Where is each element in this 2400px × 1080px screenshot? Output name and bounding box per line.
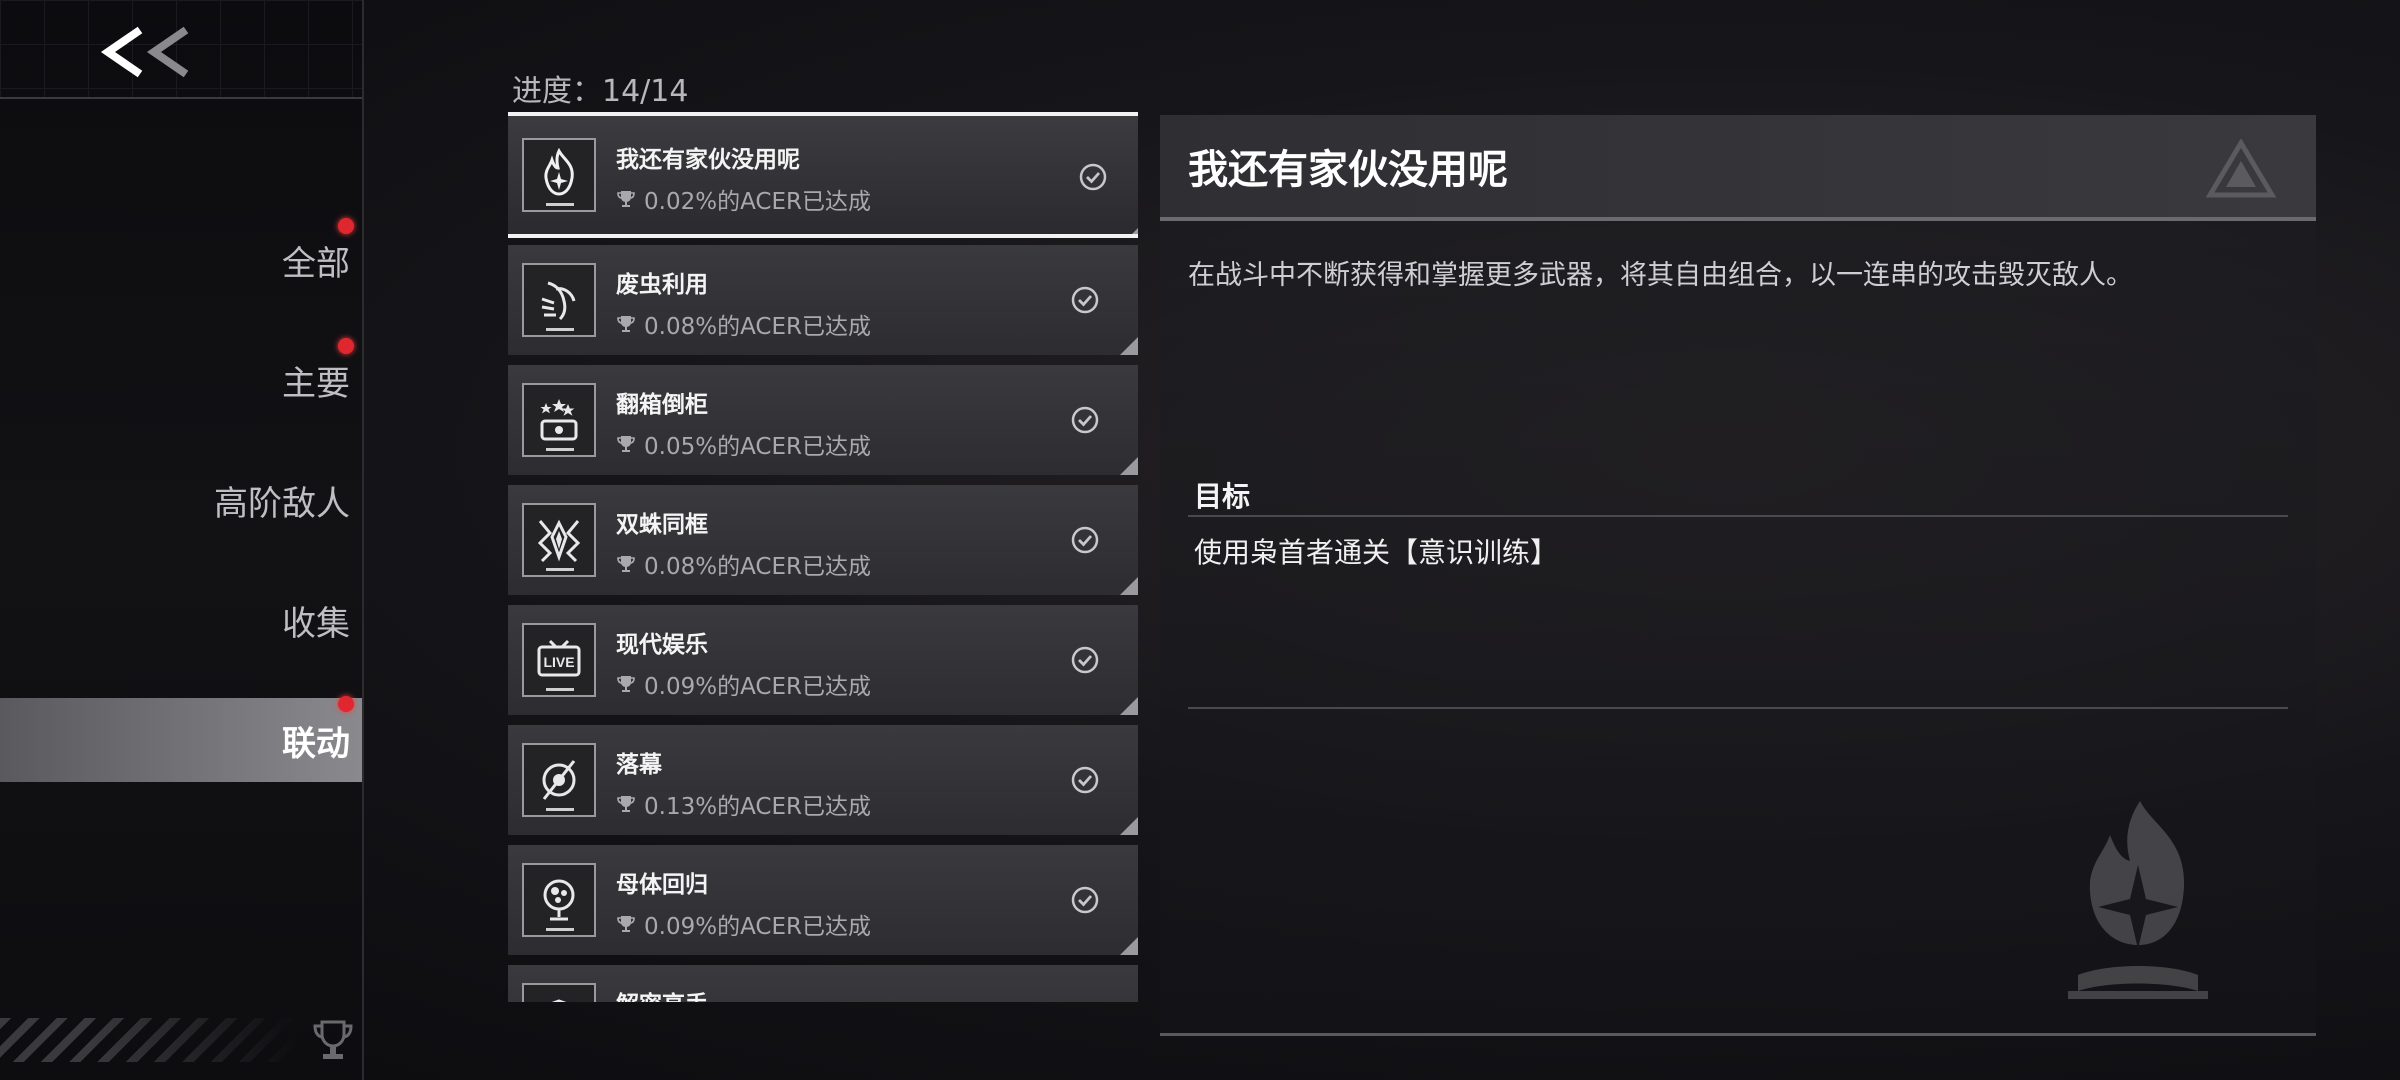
progress-counter: 进度：14/14 [512, 74, 689, 109]
nav-label: 高阶敌人 [214, 483, 350, 524]
corner-decoration [1120, 577, 1138, 595]
bug-claw-icon [522, 263, 596, 337]
icon-plinth [546, 928, 574, 931]
back-button[interactable] [100, 22, 196, 82]
check-circle-icon [1071, 286, 1099, 314]
detail-header: 我还有家伙没用呢 [1160, 115, 2316, 221]
achievement-rate: 0.09%的ACER已达成 [644, 914, 871, 940]
divider [1188, 707, 2288, 709]
trophy-icon [617, 436, 635, 452]
achievement-title: 翻箱倒柜 [616, 392, 708, 418]
achievement-stat: 0.08%的ACER已达成 [616, 547, 871, 581]
achievement-card[interactable]: 翻箱倒柜 0.05%的ACER已达成 [508, 365, 1138, 475]
achievement-rate: 0.08%的ACER已达成 [644, 314, 871, 340]
achievement-card[interactable]: 母体回归 0.09%的ACER已达成 [508, 845, 1138, 955]
detail-description: 在战斗中不断获得和掌握更多武器，将其自由组合，以一连串的攻击毁灭敌人。 [1188, 260, 2133, 291]
notification-dot [338, 338, 354, 354]
nav-item-elite-enemies[interactable]: 高阶敌人 [0, 458, 362, 542]
goal-text: 使用枭首者通关【意识训练】 [1194, 536, 1559, 569]
achievement-rate: 0.05%的ACER已达成 [644, 434, 871, 460]
trophy-icon [617, 676, 635, 692]
trophy-icon [617, 556, 635, 572]
achievement-card[interactable]: 我还有家伙没用呢 0.02%的ACER已达成 [508, 112, 1138, 238]
check-circle-icon [1071, 526, 1099, 554]
icon-plinth [546, 568, 574, 571]
achievement-title: 母体回归 [616, 872, 708, 898]
achievement-title: 双蛛同框 [616, 512, 708, 538]
live-tv-icon: LIVE [522, 623, 596, 697]
achievement-card[interactable]: LIVE 现代娱乐 0.09%的ACER已达成 [508, 605, 1138, 715]
icon-plinth [546, 448, 574, 451]
trophy-icon [313, 1020, 353, 1059]
achievement-stat: 0.05%的ACER已达成 [616, 427, 871, 461]
check-circle-icon [1071, 886, 1099, 914]
nav-item-collection[interactable]: 收集 [0, 578, 362, 662]
corner-decoration [1120, 457, 1138, 475]
corner-decoration [1120, 697, 1138, 715]
corner-decoration [1120, 817, 1138, 835]
achievement-title: 落幕 [616, 752, 662, 778]
icon-plinth [546, 328, 574, 331]
spider-icon [522, 503, 596, 577]
achievement-list[interactable]: 我还有家伙没用呢 0.02%的ACER已达成 废虫利用 0.08%的ACER已达… [508, 112, 1138, 1002]
orb-pedestal-icon [522, 863, 596, 937]
double-chevron-left-icon [100, 26, 189, 78]
nav-label: 全部 [282, 243, 350, 284]
achievement-stat: 0.13%的ACER已达成 [616, 787, 871, 821]
achievement-rate: 0.13%的ACER已达成 [644, 794, 871, 820]
nav-label: 主要 [282, 363, 350, 404]
icon-plinth [546, 808, 574, 811]
nav-label: 联动 [282, 723, 350, 764]
achievement-card[interactable]: 解密高手 [508, 965, 1138, 1002]
flame-star-icon [522, 138, 596, 212]
flame-star-emblem-icon [2068, 801, 2208, 999]
category-sidebar: 全部 主要 高阶敌人 收集 联动 [0, 0, 364, 1080]
achievement-card[interactable]: 落幕 0.13%的ACER已达成 [508, 725, 1138, 835]
nav-label: 收集 [282, 603, 350, 644]
detail-title: 我还有家伙没用呢 [1188, 147, 1508, 193]
triangle-logo-icon [2206, 139, 2276, 198]
achievement-rate: 0.08%的ACER已达成 [644, 554, 871, 580]
check-circle-icon [1071, 766, 1099, 794]
corner-decoration [1120, 937, 1138, 955]
treasure-chest-icon [522, 383, 596, 457]
achievement-title: 我还有家伙没用呢 [616, 147, 800, 173]
achievement-stat: 0.02%的ACER已达成 [616, 182, 871, 216]
achievement-rate: 0.02%的ACER已达成 [644, 189, 871, 215]
corner-decoration [1132, 216, 1138, 234]
trophy-icon [617, 796, 635, 812]
divider [1188, 515, 2288, 517]
divider [0, 97, 362, 99]
achievement-card[interactable]: 双蛛同框 0.08%的ACER已达成 [508, 485, 1138, 595]
check-circle-icon [1071, 406, 1099, 434]
achievement-card[interactable]: 废虫利用 0.08%的ACER已达成 [508, 245, 1138, 355]
achievement-title: 废虫利用 [616, 272, 708, 298]
check-circle-icon [1071, 646, 1099, 674]
corner-decoration [1120, 337, 1138, 355]
trophy-icon [617, 316, 635, 332]
nav-item-main[interactable]: 主要 [0, 338, 362, 422]
achievement-rate: 0.09%的ACER已达成 [644, 674, 871, 700]
notification-dot [338, 696, 354, 712]
achievement-stat: 0.09%的ACER已达成 [616, 907, 871, 941]
goal-label: 目标 [1194, 480, 1251, 513]
eye-slash-icon [522, 743, 596, 817]
achievement-stat: 0.08%的ACER已达成 [616, 307, 871, 341]
svg-text:LIVE: LIVE [543, 654, 574, 670]
achievement-stat: 0.09%的ACER已达成 [616, 667, 871, 701]
trophy-icon [617, 191, 635, 207]
check-circle-icon [1079, 163, 1107, 191]
stripe-decoration [0, 1018, 300, 1062]
shield-icon [522, 983, 596, 1002]
achievement-title: 现代娱乐 [616, 632, 708, 658]
achievement-detail-panel: 我还有家伙没用呢 在战斗中不断获得和掌握更多武器，将其自由组合，以一连串的攻击毁… [1160, 115, 2316, 1036]
icon-plinth [546, 688, 574, 691]
trophy-icon [617, 916, 635, 932]
achievement-title: 解密高手 [616, 985, 708, 1002]
icon-plinth [546, 203, 574, 206]
nav-item-all[interactable]: 全部 [0, 218, 362, 302]
nav-item-collab[interactable]: 联动 [0, 696, 362, 782]
notification-dot [338, 218, 354, 234]
